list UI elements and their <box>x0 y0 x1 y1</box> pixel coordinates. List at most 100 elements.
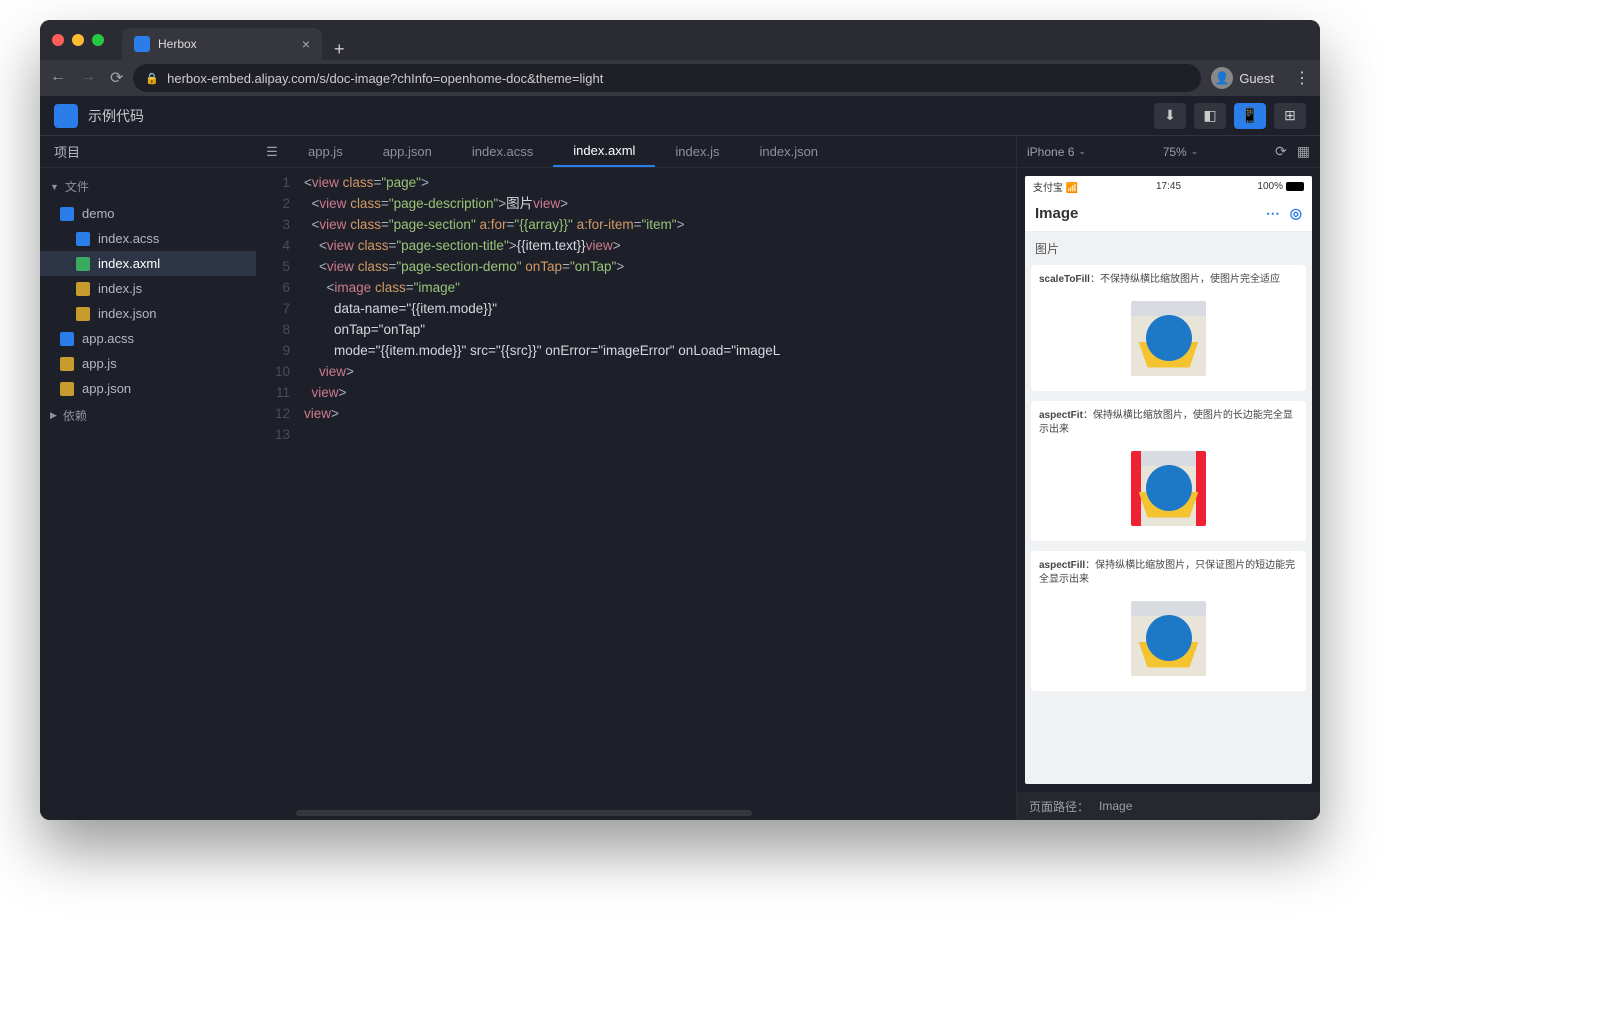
horizontal-scrollbar[interactable] <box>256 810 1016 820</box>
file-index-js[interactable]: index.js <box>40 276 256 301</box>
js-file-icon <box>60 357 74 371</box>
address-bar: ← → ⟳ 🔒 herbox-embed.alipay.com/s/doc-im… <box>40 60 1320 96</box>
code-line: 2 <view class="page-description">图片view> <box>256 193 1016 214</box>
close-tab-icon[interactable]: × <box>302 36 310 52</box>
preview-toolbar: iPhone 6 ⌄ 75% ⌄ ⟳ ▦ <box>1017 136 1320 168</box>
editor-tab-app-json[interactable]: app.json <box>363 136 452 167</box>
editor-tab-index-json[interactable]: index.json <box>740 136 839 167</box>
chevron-down-icon: ⌄ <box>1078 146 1086 157</box>
axml-file-icon <box>76 257 90 271</box>
mascot-image <box>1131 451 1206 526</box>
preview-section-label: 图片 <box>1025 232 1312 265</box>
profile-label: Guest <box>1239 71 1274 86</box>
profile-button[interactable]: 👤 Guest <box>1211 67 1274 89</box>
phone-status-bar: 支付宝 📶 17:45 100% <box>1025 176 1312 196</box>
sidebar-section-deps[interactable]: ▶ 依赖 <box>40 401 256 430</box>
chevron-down-icon: ⌄ <box>1191 146 1199 157</box>
code-line: 1<view class="page"> <box>256 172 1016 193</box>
sidebar-header: 项目 <box>40 136 256 168</box>
preview-page-title: Image <box>1035 205 1078 222</box>
wifi-icon: 📶 <box>1066 183 1078 194</box>
browser-tab[interactable]: Herbox × <box>122 28 322 60</box>
phone-frame: 支付宝 📶 17:45 100% Image ⋯ ◎ 图片 scaleToFil… <box>1025 176 1312 784</box>
device-selector[interactable]: iPhone 6 ⌄ <box>1027 145 1086 159</box>
lock-icon: 🔒 <box>145 72 159 85</box>
json-file-icon <box>60 382 74 396</box>
tool-button[interactable]: ◧ <box>1194 103 1226 129</box>
code-line: 8 onTap="onTap" <box>256 319 1016 340</box>
download-button[interactable]: ⬇ <box>1154 103 1186 129</box>
code-line: 7 data-name="{{item.mode}}" <box>256 298 1016 319</box>
avatar-icon: 👤 <box>1211 67 1233 89</box>
refresh-preview-button[interactable]: ⟳ <box>1275 143 1287 160</box>
device-preview-button[interactable]: 📱 <box>1234 103 1266 129</box>
preview-card-aspectFill: aspectFill：保持纵横比缩放图片，只保证图片的短边能完全显示出来 <box>1031 551 1306 691</box>
zoom-selector[interactable]: 75% ⌄ <box>1163 145 1199 159</box>
url-input[interactable]: 🔒 herbox-embed.alipay.com/s/doc-image?ch… <box>133 64 1201 92</box>
file-demo[interactable]: demo <box>40 201 256 226</box>
editor-tab-index-acss[interactable]: index.acss <box>452 136 553 167</box>
editor-tab-app-js[interactable]: app.js <box>288 136 363 167</box>
preview-card-aspectFit: aspectFit：保持纵横比缩放图片，使图片的长边能完全显示出来 <box>1031 401 1306 541</box>
file-index-acss[interactable]: index.acss <box>40 226 256 251</box>
file-app-acss[interactable]: app.acss <box>40 326 256 351</box>
url-text: herbox-embed.alipay.com/s/doc-image?chIn… <box>167 71 603 86</box>
target-icon[interactable]: ◎ <box>1290 205 1302 222</box>
json-file-icon <box>76 307 90 321</box>
browser-menu-button[interactable]: ⋮ <box>1294 68 1310 88</box>
code-line: 3 <view class="page-section" a:for="{{ar… <box>256 214 1016 235</box>
caret-right-icon: ▶ <box>50 410 57 421</box>
file-app-js[interactable]: app.js <box>40 351 256 376</box>
sidebar: 项目 ▼ 文件 demoindex.acssindex.axmlindex.js… <box>40 136 256 820</box>
reload-button[interactable]: ⟳ <box>110 68 123 88</box>
preview-page-header: Image ⋯ ◎ <box>1025 196 1312 232</box>
code-line: 9 mode="{{item.mode}}" src="{{src}}" onE… <box>256 340 1016 361</box>
app-title: 示例代码 <box>88 106 144 126</box>
menu-icon[interactable]: ☰ <box>256 144 288 160</box>
file-index-json[interactable]: index.json <box>40 301 256 326</box>
maximize-window-button[interactable] <box>92 34 104 46</box>
new-tab-button[interactable]: + <box>334 39 345 60</box>
preview-footer: 页面路径： Image <box>1017 792 1320 820</box>
code-line: 6 <image class="image" <box>256 277 1016 298</box>
caret-down-icon: ▼ <box>50 182 59 192</box>
more-icon[interactable]: ⋯ <box>1266 205 1280 222</box>
preview-card-scaleToFill: scaleToFill：不保持纵横比缩放图片，使图片完全适应 <box>1031 265 1306 391</box>
browser-window: Herbox × + ← → ⟳ 🔒 herbox-embed.alipay.c… <box>40 20 1320 820</box>
code-line: 12view> <box>256 403 1016 424</box>
sidebar-section-files[interactable]: ▼ 文件 <box>40 172 256 201</box>
browser-tab-strip: Herbox × + <box>40 20 1320 60</box>
window-controls <box>52 34 104 46</box>
editor-tab-bar: ☰ app.jsapp.jsonindex.acssindex.axmlinde… <box>256 136 1016 168</box>
status-time: 17:45 <box>1156 181 1181 192</box>
code-line: 5 <view class="page-section-demo" onTap=… <box>256 256 1016 277</box>
css-file-icon <box>60 332 74 346</box>
grid-button[interactable]: ⊞ <box>1274 103 1306 129</box>
minimize-window-button[interactable] <box>72 34 84 46</box>
css-file-icon <box>76 232 90 246</box>
favicon-icon <box>134 36 150 52</box>
editor-tab-index-js[interactable]: index.js <box>655 136 739 167</box>
code-line: 10 view> <box>256 361 1016 382</box>
layout-button[interactable]: ▦ <box>1297 143 1310 160</box>
app-logo-icon <box>54 104 78 128</box>
battery-icon <box>1286 182 1304 191</box>
editor-tab-index-axml[interactable]: index.axml <box>553 136 655 167</box>
code-line: 13 <box>256 424 1016 445</box>
preview-panel: iPhone 6 ⌄ 75% ⌄ ⟳ ▦ 支付宝 📶 17:45 100% <box>1016 136 1320 820</box>
forward-button[interactable]: → <box>80 68 96 88</box>
js-file-icon <box>76 282 90 296</box>
app-header: 示例代码 ⬇ ◧ 📱 ⊞ <box>40 96 1320 136</box>
code-editor[interactable]: 1<view class="page">2 <view class="page-… <box>256 168 1016 810</box>
back-button[interactable]: ← <box>50 68 66 88</box>
browser-tab-title: Herbox <box>158 37 197 51</box>
editor: ☰ app.jsapp.jsonindex.acssindex.axmlinde… <box>256 136 1016 820</box>
code-line: 4 <view class="page-section-title">{{ite… <box>256 235 1016 256</box>
file-app-json[interactable]: app.json <box>40 376 256 401</box>
file-index-axml[interactable]: index.axml <box>40 251 256 276</box>
mascot-image <box>1131 301 1206 376</box>
mascot-image <box>1131 601 1206 676</box>
close-window-button[interactable] <box>52 34 64 46</box>
code-line: 11 view> <box>256 382 1016 403</box>
folder-file-icon <box>60 207 74 221</box>
